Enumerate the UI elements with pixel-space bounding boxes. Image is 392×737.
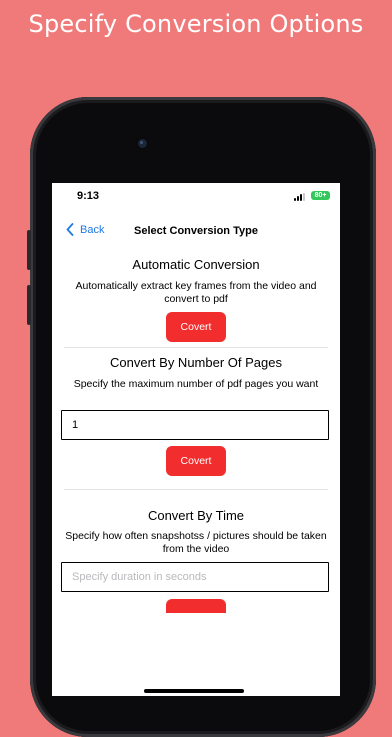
automatic-convert-button[interactable]: Covert xyxy=(166,312,226,342)
time-conversion-description: Specify how often snapshotss / pictures … xyxy=(65,530,327,555)
promo-headline: Specify Conversion Options xyxy=(28,10,364,38)
front-camera xyxy=(138,139,147,148)
pages-convert-button[interactable]: Covert xyxy=(166,446,226,476)
status-bar: 9:13 80+ xyxy=(52,183,340,211)
status-time: 9:13 xyxy=(77,190,100,202)
signal-icon xyxy=(294,193,308,201)
battery-icon: 80+ xyxy=(311,191,330,200)
pages-conversion-description: Specify the maximum number of pdf pages … xyxy=(73,378,319,390)
app-screen: 9:13 80+ Back Select Conversion Type Aut… xyxy=(52,183,340,696)
navigation-bar: Back Select Conversion Type xyxy=(52,219,340,243)
page-title: Select Conversion Type xyxy=(134,225,258,237)
duration-input[interactable] xyxy=(61,562,329,592)
pages-conversion-title: Convert By Number Of Pages xyxy=(110,355,282,370)
max-pages-input[interactable] xyxy=(61,410,329,440)
section-divider xyxy=(64,347,328,348)
phone-side-button xyxy=(27,230,31,270)
section-divider xyxy=(64,489,328,490)
automatic-conversion-title: Automatic Conversion xyxy=(132,257,260,272)
automatic-conversion-description: Automatically extract key frames from th… xyxy=(75,280,317,305)
home-indicator[interactable] xyxy=(144,689,244,693)
phone-side-button xyxy=(27,285,31,325)
time-convert-button[interactable] xyxy=(166,599,226,613)
time-conversion-title: Convert By Time xyxy=(147,508,245,523)
